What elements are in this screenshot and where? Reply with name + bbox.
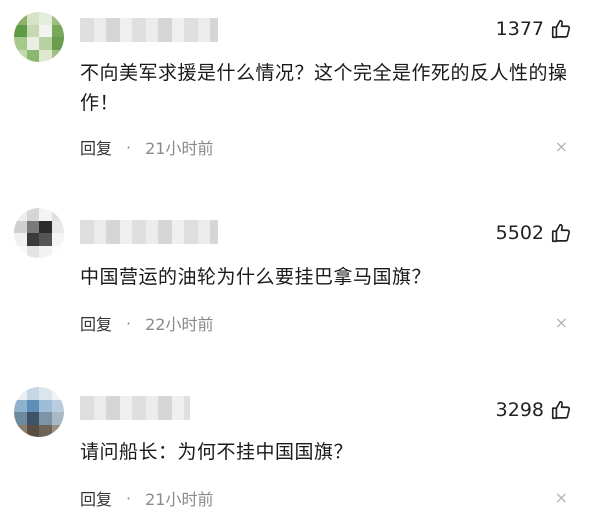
comment-meta: 回复 · 22小时前 xyxy=(80,311,213,335)
comment-text: 不向美军求援是什么情况？这个完全是作死的反人性的操作！ xyxy=(80,62,568,114)
separator-dot: · xyxy=(126,488,132,508)
close-icon[interactable]: × xyxy=(555,488,568,507)
like-count: 5502 xyxy=(495,222,544,244)
comment-text: 请问船长：为何不挂中国国旗？ xyxy=(80,441,354,463)
like-button[interactable]: 1377 xyxy=(496,18,572,40)
like-button[interactable]: 3298 xyxy=(496,399,572,421)
thumbs-up-icon xyxy=(551,19,571,39)
username-blurred[interactable] xyxy=(80,18,218,42)
comment-meta: 回复 · 21小时前 xyxy=(80,135,213,159)
thumbs-up-icon xyxy=(551,400,571,420)
timestamp: 21小时前 xyxy=(145,490,214,509)
username-blurred[interactable] xyxy=(80,220,218,244)
close-icon[interactable]: × xyxy=(555,313,568,332)
separator-dot: · xyxy=(126,313,132,333)
like-count: 1377 xyxy=(495,18,544,40)
timestamp: 22小时前 xyxy=(145,315,214,334)
avatar[interactable] xyxy=(14,208,64,258)
timestamp: 21小时前 xyxy=(145,139,214,158)
username-blurred[interactable] xyxy=(80,396,190,420)
reply-button[interactable]: 回复 xyxy=(80,311,112,335)
thumbs-up-icon xyxy=(551,223,571,243)
close-icon[interactable]: × xyxy=(555,137,568,156)
avatar[interactable] xyxy=(14,387,64,437)
like-count: 3298 xyxy=(495,399,544,421)
avatar[interactable] xyxy=(14,12,64,62)
comment-text: 中国营运的油轮为什么要挂巴拿马国旗？ xyxy=(80,266,432,288)
comment-meta: 回复 · 21小时前 xyxy=(80,486,213,510)
like-button[interactable]: 5502 xyxy=(496,222,572,244)
separator-dot: · xyxy=(126,137,132,157)
reply-button[interactable]: 回复 xyxy=(80,486,112,510)
reply-button[interactable]: 回复 xyxy=(80,135,112,159)
